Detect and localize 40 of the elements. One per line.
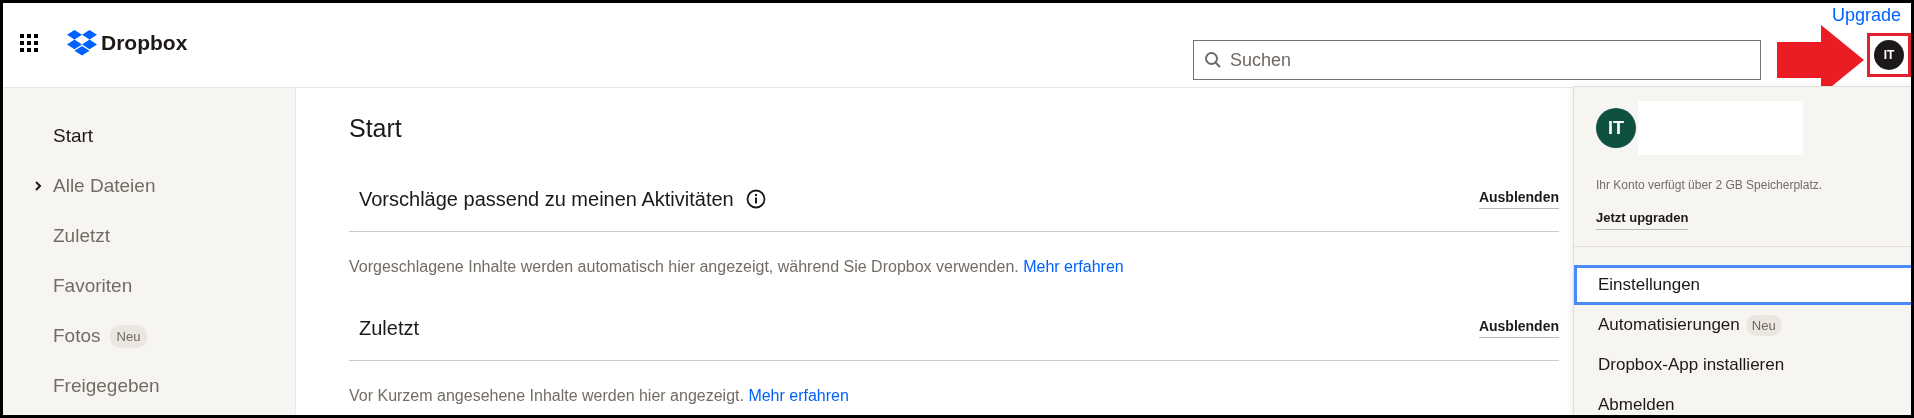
menu-item[interactable]: Automatisierungen Neu (1574, 305, 1911, 345)
section-heading: Vorschläge passend zu meinen Aktivitäten (359, 187, 734, 211)
section-heading: Zuletzt (359, 316, 420, 340)
learn-more-link[interactable]: Mehr erfahren (1023, 258, 1124, 275)
sidebar-label: Zuletzt (53, 225, 111, 247)
new-badge: Neu (1745, 314, 1782, 336)
menu-item[interactable]: Einstellungen (1574, 265, 1911, 305)
sidebar-item[interactable]: Zuletzt (3, 211, 295, 261)
menu-label: Automatisierungen (1598, 315, 1740, 335)
section-description: Vor Kurzem angesehene Inhalte werden hier angezeigt. Mehr erfahren (349, 387, 849, 405)
sidebar-item[interactable]: Alle Dateien (3, 161, 295, 211)
logo-icon[interactable] (67, 30, 97, 56)
sidebar-label: Alle Dateien (53, 175, 156, 197)
page-title: Start (349, 114, 402, 144)
storage-note: Ihr Konto verfügt über 2 GB Speicherplatz. (1596, 178, 1824, 192)
sidebar-item[interactable]: Fotos Neu (3, 311, 295, 361)
logo-text[interactable]: Dropbox (101, 31, 188, 55)
learn-more-link[interactable]: Mehr erfahren (748, 387, 849, 404)
avatar: IT (1596, 108, 1636, 148)
sidebar-item[interactable]: Favoriten (3, 261, 295, 311)
app-grid-icon[interactable] (20, 34, 38, 52)
avatar[interactable]: IT (1874, 40, 1904, 70)
hide-button[interactable]: Ausblenden (1478, 318, 1559, 338)
chevron-icon[interactable] (33, 180, 43, 192)
sidebar-label: Favoriten (53, 275, 133, 297)
search-field[interactable]: Suchen (1193, 40, 1761, 80)
menu-item[interactable]: Abmelden (1574, 385, 1911, 415)
new-badge: Neu (109, 324, 148, 348)
upgrade-link[interactable]: Upgrade (1831, 5, 1901, 26)
section-description: Vorgeschlagene Inhalte werden automatisch hier angezeigt, während Sie Dropbox verwenden. Mehr erfahren (349, 258, 1124, 276)
sidebar-item[interactable]: Start (3, 111, 295, 161)
sidebar-item[interactable]: Freigegeben (3, 361, 295, 411)
sidebar-label: Freigegeben (53, 375, 160, 397)
hide-button[interactable]: Ausblenden (1478, 189, 1559, 209)
search-icon (1204, 51, 1222, 69)
sidebar-label: Fotos (53, 325, 101, 347)
sidebar-label: Start (53, 125, 94, 147)
menu-item[interactable]: Dropbox-App installieren (1574, 345, 1911, 385)
info-icon[interactable] (746, 189, 766, 209)
upgrade-button[interactable]: Jetzt upgraden (1596, 210, 1689, 230)
